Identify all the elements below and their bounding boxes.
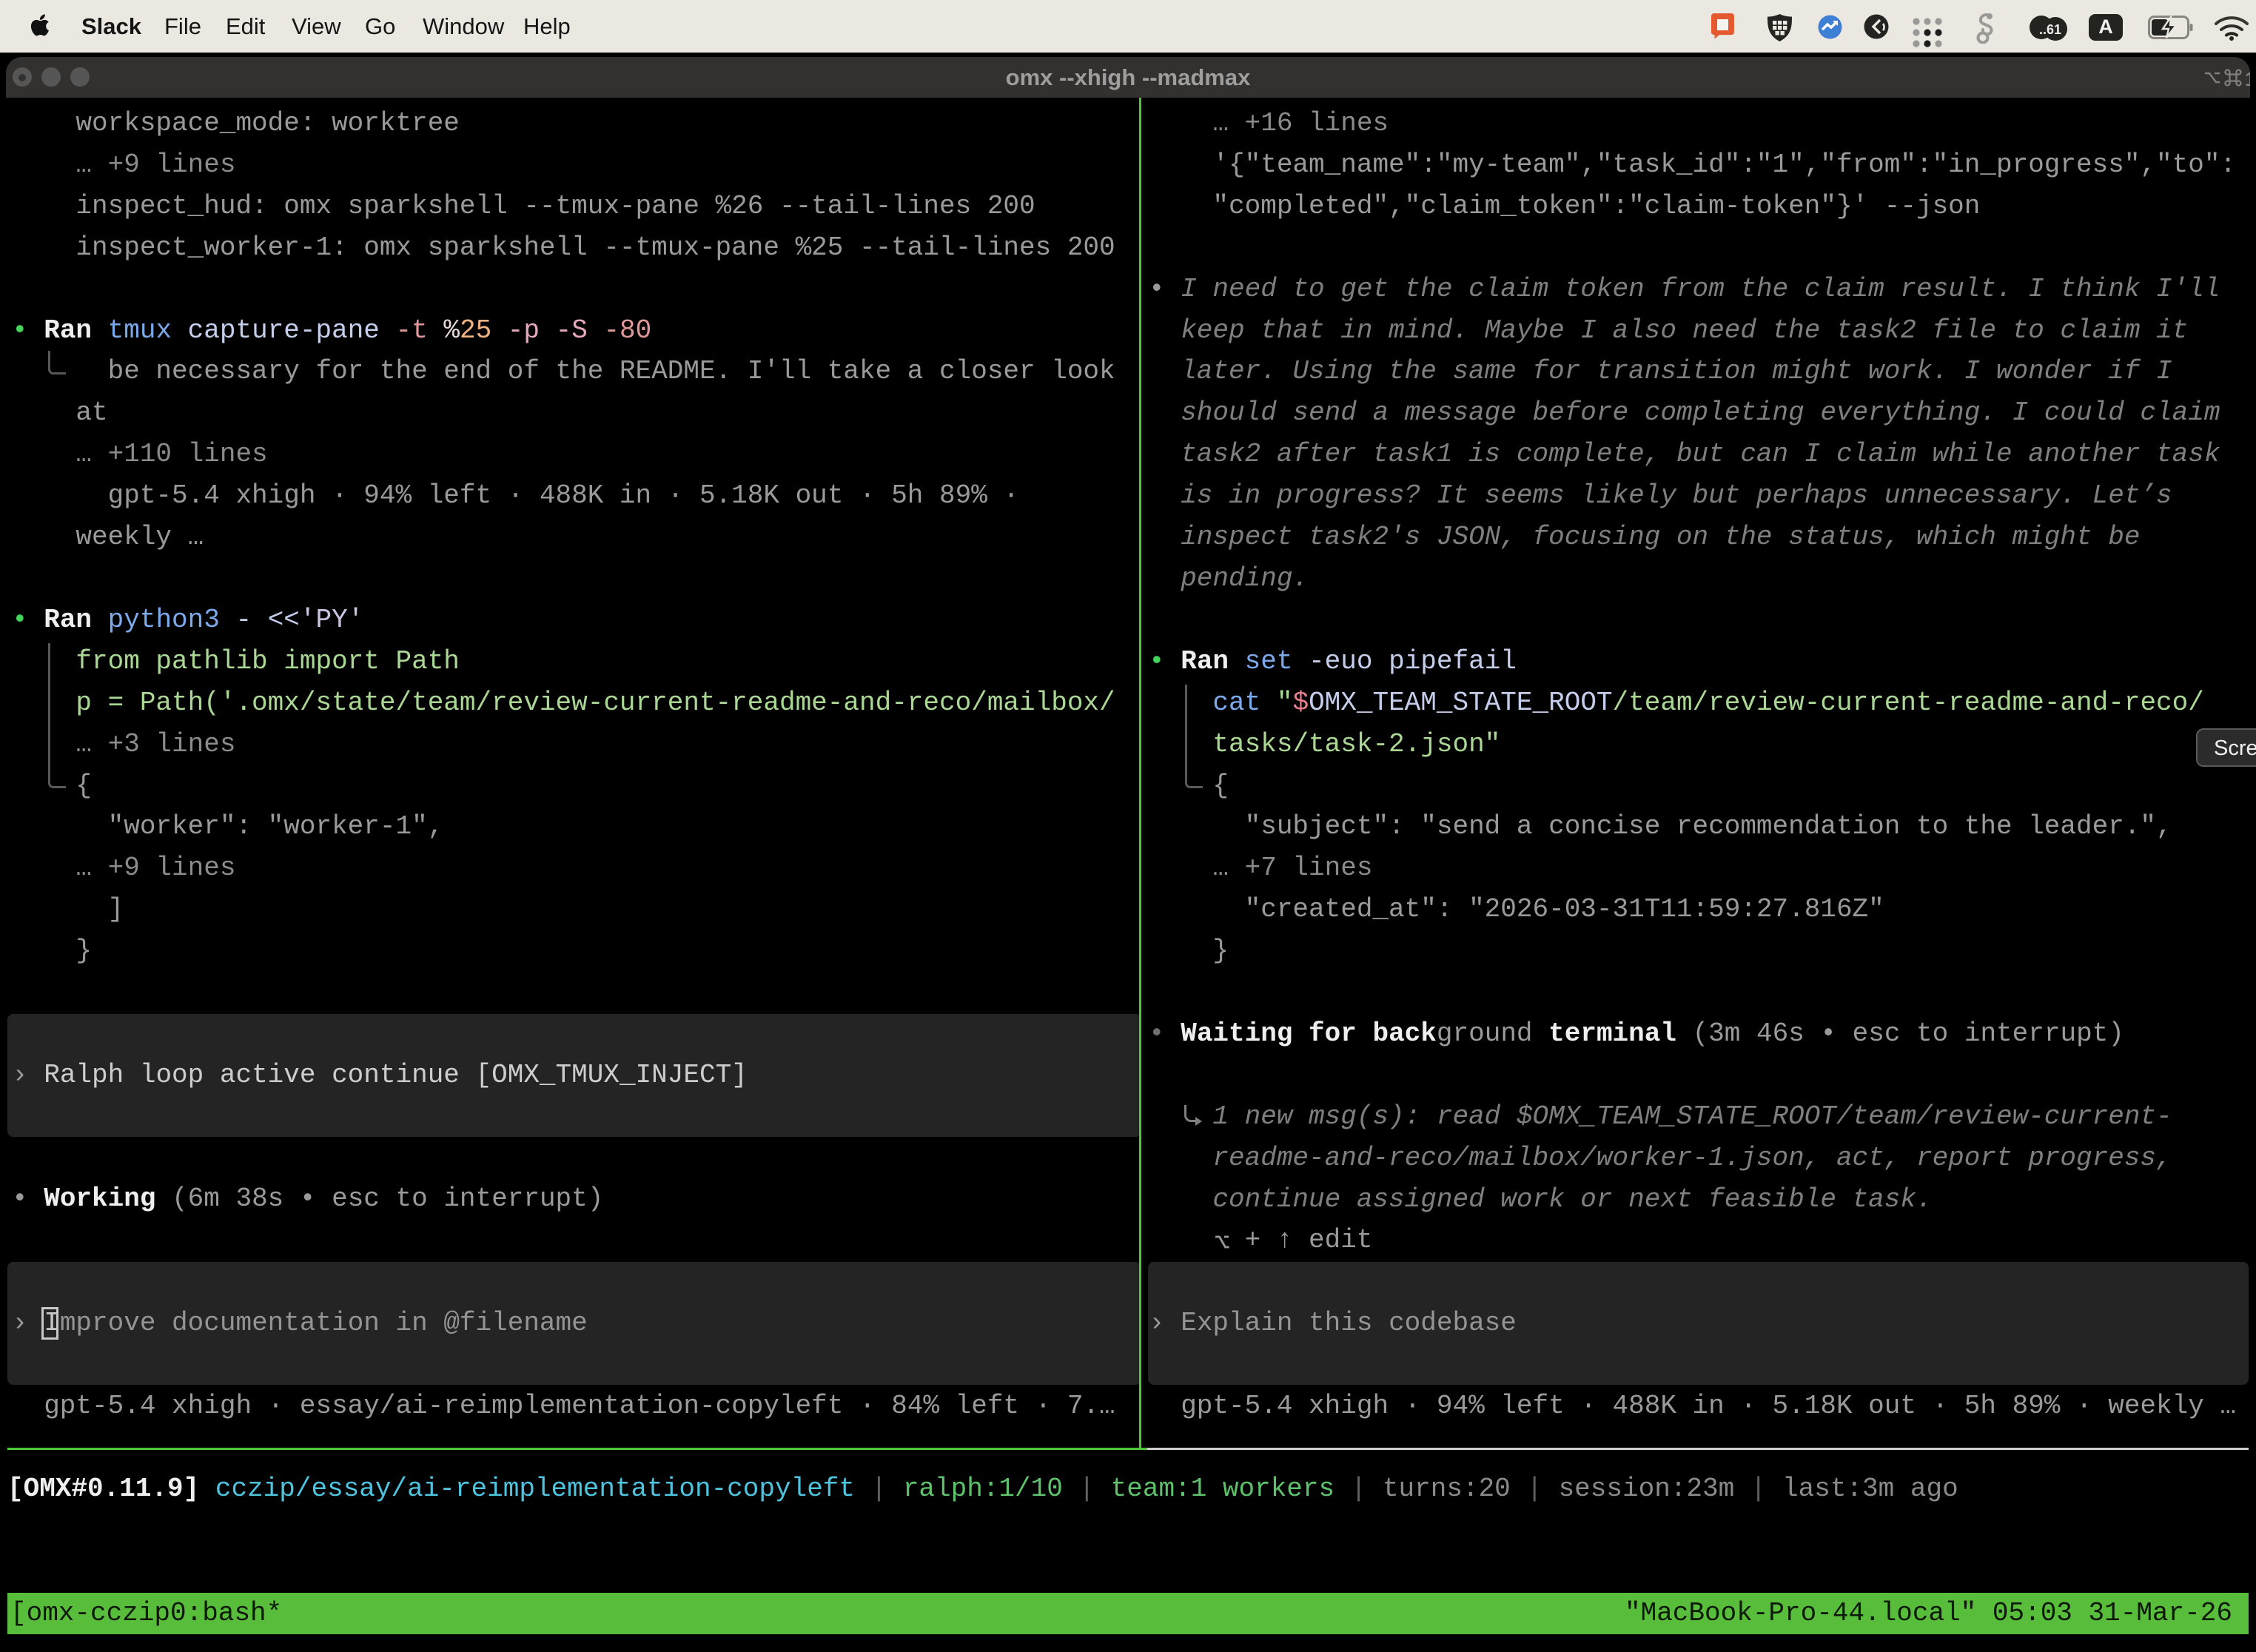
svg-text:..61: ..61 [2039,22,2061,37]
